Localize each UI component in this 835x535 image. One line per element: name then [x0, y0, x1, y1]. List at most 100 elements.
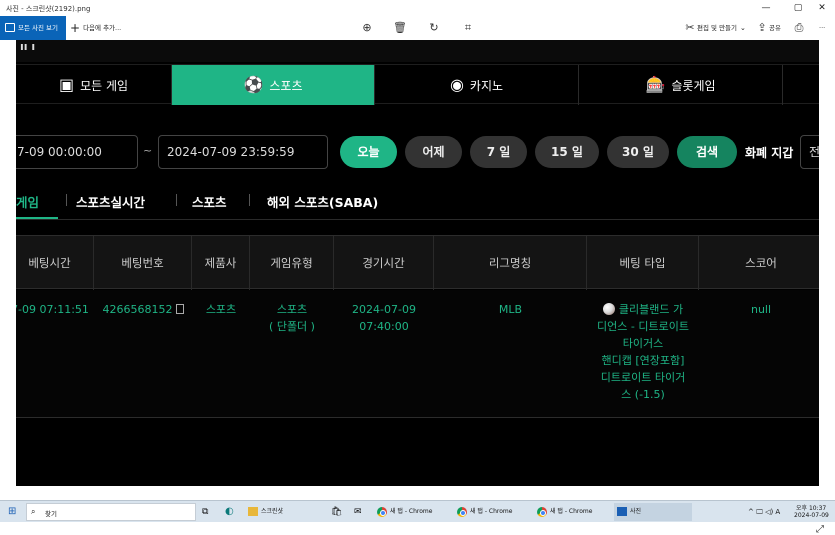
system-tray[interactable]: ^ 🖵 ◁) A [748, 501, 780, 523]
taskbar-explorer[interactable]: 스크린샷 [245, 503, 320, 521]
currency-wallet-select[interactable]: 전 [800, 135, 819, 169]
column-header: 스코어 [745, 256, 777, 270]
taskbar-photos-label: 사진 [630, 508, 642, 515]
game-type-cell: 스포츠 ( 단폴더 ) [269, 303, 315, 333]
zoom-in-icon[interactable]: ⊕ [359, 20, 375, 36]
bet-number-cell: 4266568152 [94, 301, 192, 318]
photos-icon [617, 507, 627, 516]
print-icon[interactable]: ⎙ [791, 20, 807, 36]
all-photos-label: 모든 사진 보기 [18, 24, 59, 32]
add-to-label: 다음에 추가... [83, 24, 122, 32]
taskbar-explorer-label: 스크린샷 [261, 508, 284, 515]
tab-label: 카지노 [469, 78, 504, 93]
header-fragment: ıı ı [20, 40, 36, 53]
bet-type-cell: 클리블랜드 가 디언스 - 디트로이트 타이거스 핸디캡 [연장포함] 디트로이… [587, 301, 699, 403]
tab-label: 스포츠 [269, 78, 303, 93]
rotate-icon[interactable]: ↻ [426, 20, 442, 36]
window-titlebar: 사진 - 스크린샷(2192).png — ▢ ✕ [0, 0, 835, 16]
30-days-button[interactable]: 30 일 [607, 136, 669, 168]
site-header-strip: ıı ı [16, 40, 819, 62]
column-header: 베팅번호 [94, 236, 192, 290]
add-to-button[interactable]: + 다음에 추가... [70, 16, 121, 40]
minimize-button[interactable]: — [752, 2, 780, 14]
tab-sports[interactable]: ⚽ 스포츠 [172, 65, 375, 105]
taskbar-search[interactable]: ⌕ 찾기 [26, 503, 196, 521]
bet-time-cell: 7-09 07:11:51 [16, 303, 89, 316]
casino-chip-icon: ◉ [449, 75, 464, 94]
task-view-icon[interactable]: ⧉ [202, 501, 208, 523]
7-days-button[interactable]: 7 일 [470, 136, 527, 168]
tab-label: 모든 게임 [80, 78, 129, 93]
all-photos-button[interactable]: 모든 사진 보기 [0, 16, 66, 40]
tab-all-games[interactable]: ▣ 모든 게임 [16, 65, 172, 105]
league-cell: MLB [498, 303, 523, 316]
subtab-sports-live[interactable]: 스포츠실시간 [76, 192, 145, 211]
game-nav: ▣ 모든 게임 ⚽ 스포츠 ◉ 카지노 🎰 슬롯게임 [16, 64, 819, 105]
column-header: 경기시간 [334, 236, 434, 290]
edit-create-button[interactable]: 편집 및 만들기 [697, 16, 737, 40]
tab-casino[interactable]: ◉ 카지노 [375, 65, 579, 105]
image-viewer: ıı ı ▣ 모든 게임 ⚽ 스포츠 ◉ 카지노 🎰 슬롯게임 7-09 00:… [0, 40, 835, 535]
tab-label: 슬롯게임 [671, 78, 716, 93]
search-placeholder: 찾기 [45, 510, 57, 518]
yesterday-button[interactable]: 어제 [405, 136, 462, 168]
column-header: 게임유형 [250, 236, 334, 290]
edit-icon: ✂ [685, 21, 695, 34]
column-header: 베팅 타입 [587, 236, 699, 290]
subtab-divider [66, 194, 67, 206]
chrome-icon [377, 507, 387, 517]
chevron-down-icon: ⌄ [740, 24, 746, 32]
copy-icon[interactable] [175, 304, 184, 314]
taskbar-chrome-2[interactable]: 새 탭 - Chrome [454, 503, 532, 521]
mail-icon[interactable]: ✉ [354, 501, 362, 523]
taskbar-photos[interactable]: 사진 [614, 503, 692, 521]
sports-subtabs: 게임 스포츠실시간 스포츠 해외 스포츠(SABA) [16, 186, 819, 220]
slot-machine-icon: 🎰 [645, 75, 666, 94]
clock-time: 오후 10:37 [796, 505, 827, 512]
column-header: 제품사 [192, 236, 250, 290]
15-days-button[interactable]: 15 일 [535, 136, 599, 168]
close-button[interactable]: ✕ [808, 2, 835, 14]
currency-wallet-label: 화폐 지갑 [745, 146, 794, 160]
window-title: 사진 - 스크린샷(2192).png [6, 5, 91, 13]
folder-icon [248, 507, 258, 516]
edge-icon[interactable]: ◐ [225, 501, 234, 523]
search-icon: ⌕ [31, 507, 36, 516]
subtab-sports[interactable]: 스포츠 [192, 192, 227, 211]
subtab-games[interactable]: 게임 [16, 192, 39, 211]
soccer-ball-icon: ⚽ [243, 75, 264, 94]
chrome-icon [457, 507, 467, 517]
bet-number: 4266568152 [102, 303, 173, 316]
store-icon[interactable]: 🛍 [331, 501, 342, 523]
plus-icon: + [70, 21, 81, 35]
search-button[interactable]: 검색 [677, 136, 737, 168]
taskbar-chrome-label: 새 탭 - Chrome [550, 508, 593, 515]
taskbar-chrome-label: 새 탭 - Chrome [390, 508, 433, 515]
date-to-input[interactable]: 2024-07-09 23:59:59 [158, 135, 328, 169]
match-time-cell: 2024-07-09 07:40:00 [352, 303, 416, 333]
date-range-separator: ~ [143, 144, 153, 157]
taskbar-chrome-1[interactable]: 새 탭 - Chrome [374, 503, 452, 521]
provider-cell: 스포츠 [205, 303, 237, 316]
date-filter: 7-09 00:00:00 ~ 2024-07-09 23:59:59 오늘 어… [16, 135, 819, 171]
baseball-icon [602, 303, 615, 315]
crop-icon[interactable]: ⌗ [460, 20, 476, 36]
grid-icon: ▣ [58, 75, 75, 94]
today-button[interactable]: 오늘 [340, 136, 397, 168]
chrome-icon [537, 507, 547, 517]
start-icon[interactable]: ⊞ [8, 501, 16, 523]
more-button[interactable]: ··· [819, 16, 825, 40]
score-cell: null [750, 303, 772, 316]
taskbar-chrome-3[interactable]: 새 탭 - Chrome [534, 503, 612, 521]
clock-date: 2024-07-09 [794, 512, 829, 519]
taskbar: ⊞ ⌕ 찾기 ⧉ ◐ 스크린샷 🛍 ✉ 새 탭 - Chrome 새 탭 - C… [0, 500, 835, 522]
active-subtab-indicator [16, 217, 58, 219]
expand-icon[interactable]: ⤢ [816, 524, 824, 535]
delete-icon[interactable]: 🗑 [392, 20, 408, 36]
date-from-input[interactable]: 7-09 00:00:00 [16, 135, 138, 169]
share-button[interactable]: 공유 [769, 16, 781, 40]
tab-slots[interactable]: 🎰 슬롯게임 [579, 65, 783, 105]
table-row: 7-09 07:11:51 4266568152 스포츠 스포츠 ( 단폴더 )… [16, 290, 819, 418]
bet-table-header: 베팅시간 베팅번호 제품사 게임유형 경기시간 리그명칭 베팅 타입 스코어 [16, 235, 819, 290]
subtab-overseas-sports[interactable]: 해외 스포츠(SABA) [267, 192, 378, 211]
